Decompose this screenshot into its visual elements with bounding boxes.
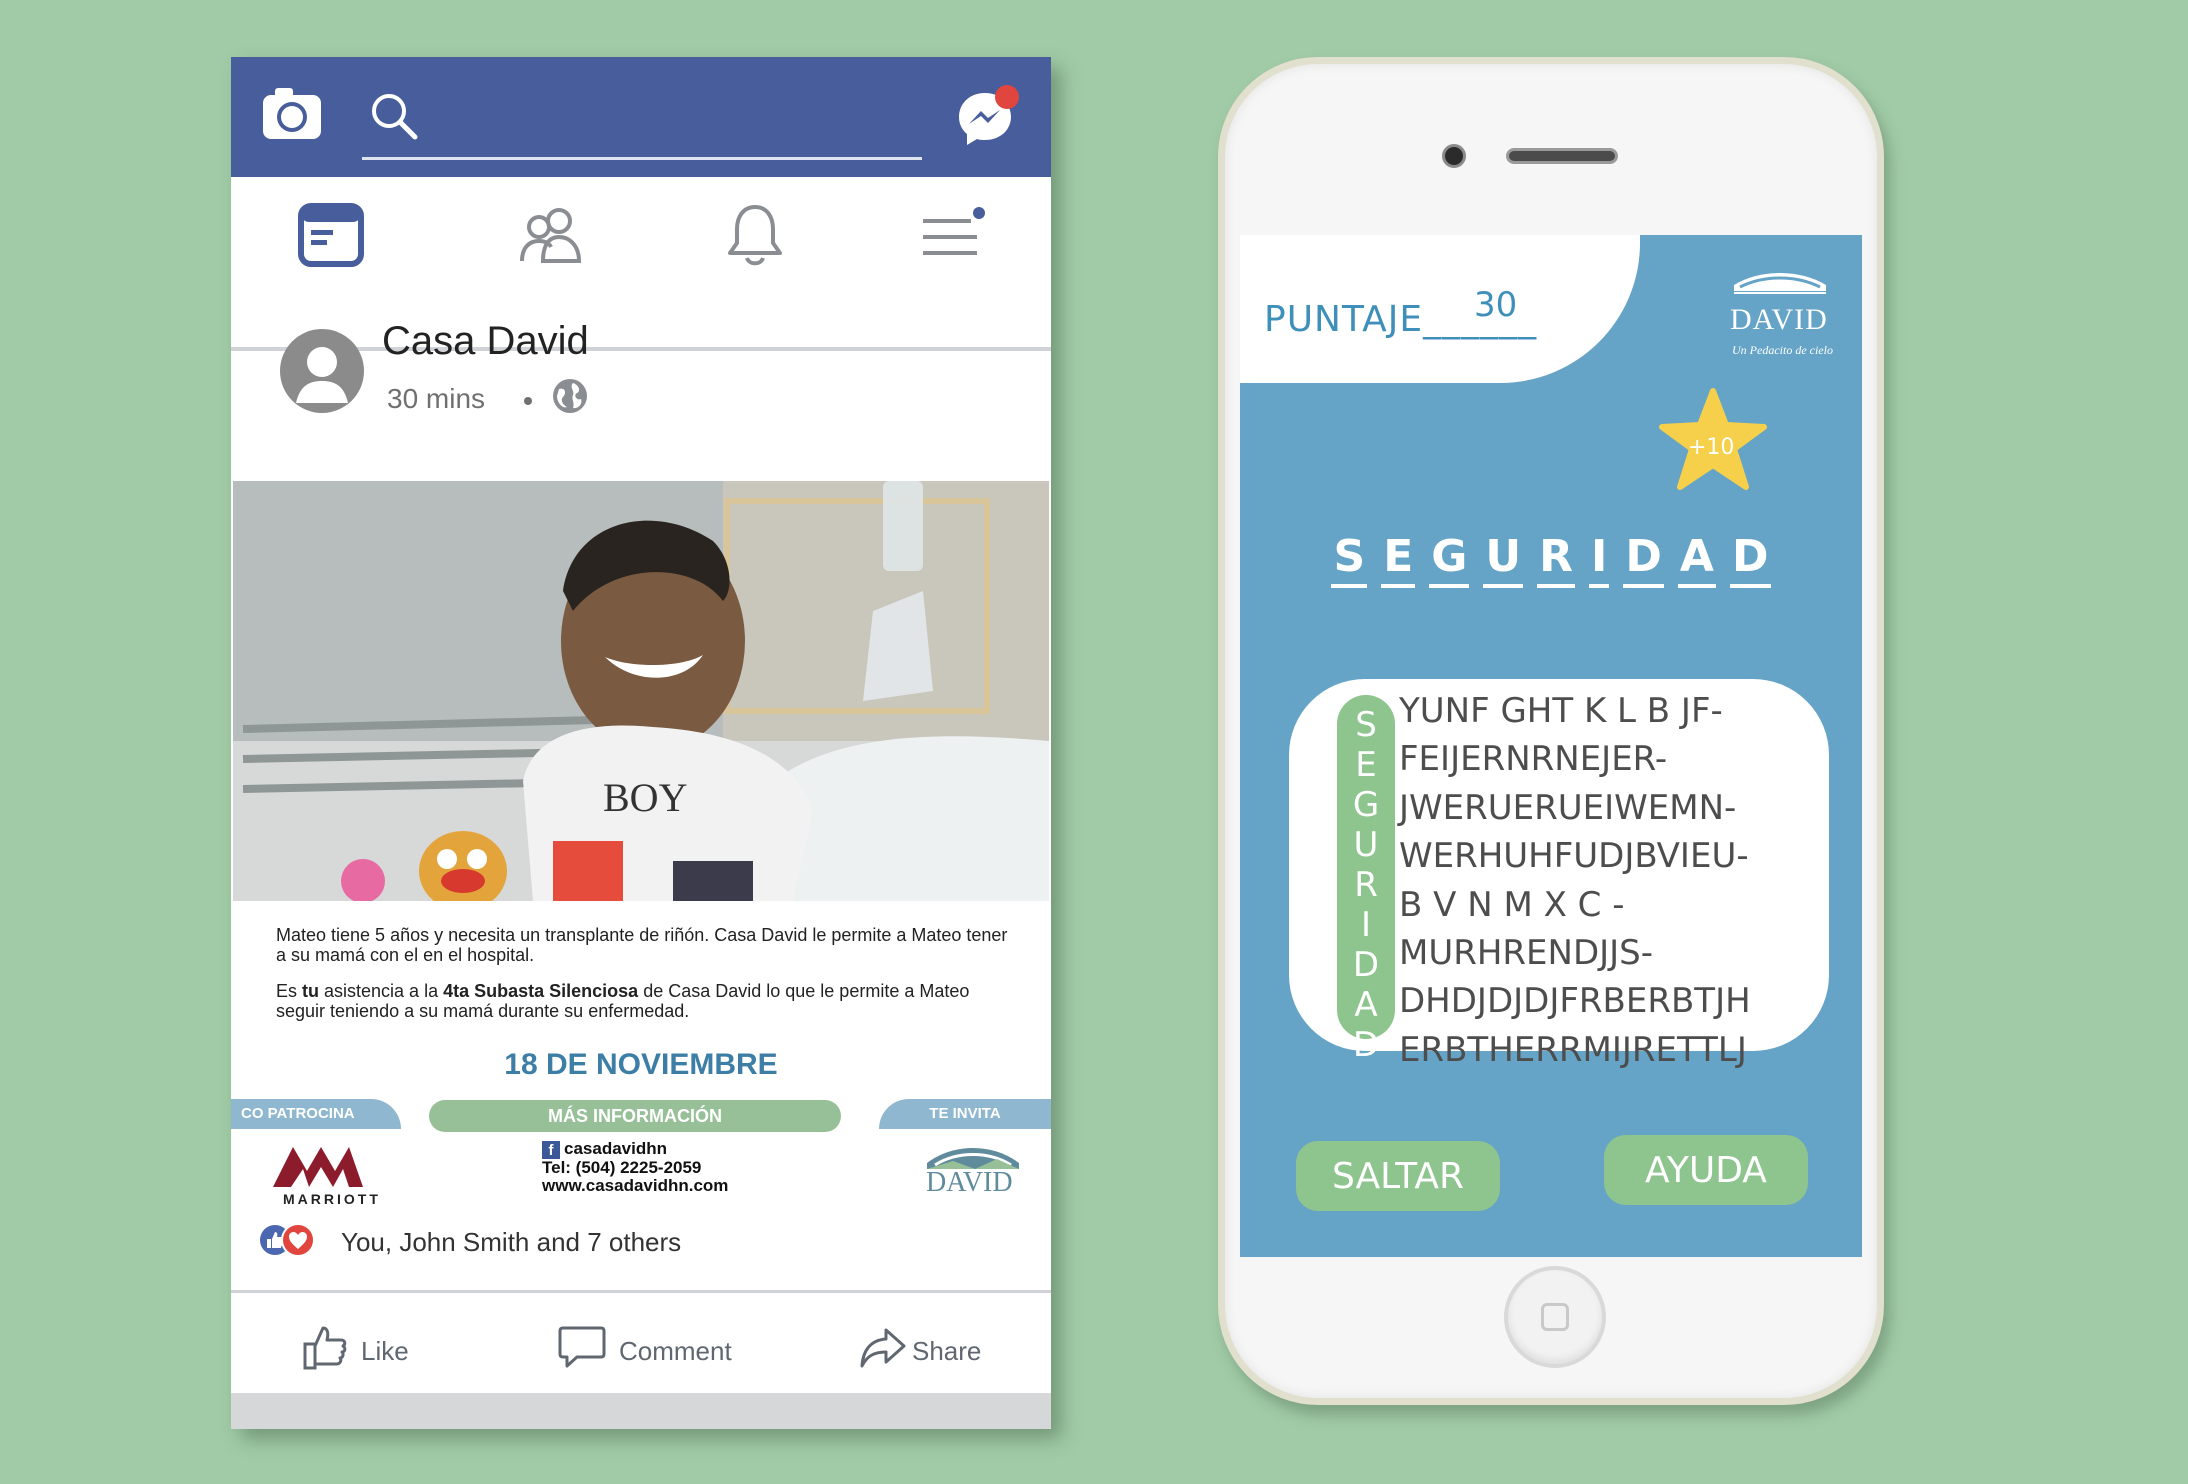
comment-icon (558, 1326, 606, 1368)
event-name: 4ta Subasta Silenciosa (443, 981, 639, 1001)
facebook-top-bar (231, 57, 1051, 177)
reactions-summary[interactable]: You, John Smith and 7 others (341, 1227, 681, 1258)
score-value: 30 (1474, 285, 1518, 325)
found-letter: U (1353, 825, 1379, 865)
share-label: Share (912, 1336, 982, 1366)
facebook-icon: f (542, 1140, 560, 1159)
grid-letters[interactable]: YUNF GHT K L B JF- FEIJERNRNEJER- JWERUERU… (1399, 687, 1829, 1074)
post-text-segment: asistencia a la (319, 981, 444, 1001)
search-input[interactable] (362, 157, 922, 160)
hospital-child-photo: BOY (233, 481, 1049, 901)
target-word-letter: G (1429, 531, 1470, 588)
post-description: Mateo tiene 5 años y necesita un transpl… (276, 925, 1016, 1037)
grid-row[interactable]: ERBTHERRMIJRETTLJ (1399, 1026, 1829, 1074)
target-word-letter: S (1331, 531, 1368, 588)
sponsor-name: MARRIOTT (283, 1191, 381, 1207)
home-button[interactable] (1504, 1266, 1606, 1368)
share-button[interactable]: Share (858, 1322, 1018, 1378)
share-icon (860, 1328, 906, 1368)
post-timestamp[interactable]: 30 mins (387, 383, 485, 415)
svg-text:BOY: BOY (603, 775, 687, 820)
marriott-logo (273, 1147, 363, 1187)
target-word-letter: I (1589, 531, 1610, 588)
target-word-letter: D (1729, 531, 1771, 588)
post-paragraph-1: Mateo tiene 5 años y necesita un transpl… (276, 925, 1008, 965)
target-word-letter: U (1483, 531, 1524, 588)
grid-row[interactable]: DHDJDJDJFRBERBTJH (1399, 977, 1829, 1025)
grid-row[interactable]: JWERUERUEIWEMN- (1399, 784, 1829, 832)
grid-row[interactable]: WERHUHFUDJBVIEU- (1399, 832, 1829, 880)
post-text-emphasis: tu (302, 981, 320, 1001)
contact-info: f casadavidhn Tel: (504) 2225-2059 www.ca… (542, 1140, 728, 1195)
facebook-handle: casadavidhn (564, 1139, 667, 1158)
comment-label: Comment (619, 1336, 732, 1366)
like-button[interactable]: Like (301, 1322, 441, 1378)
help-button[interactable]: AYUDA (1604, 1135, 1808, 1205)
target-word: SEGURIDAD (1240, 531, 1862, 588)
comment-button[interactable]: Comment (557, 1322, 757, 1378)
facebook-post-mockup: Casa David 30 mins BOY Mateo tiene 5 año… (231, 57, 1051, 1429)
found-letter: R (1354, 865, 1378, 905)
facebook-nav-bar (231, 177, 1051, 351)
found-letter: G (1352, 785, 1380, 825)
front-camera (1442, 144, 1466, 168)
post-text-segment: Es (276, 981, 303, 1001)
game-screen: PUNTAJE______ 30 DAVID Un Pedacito de ci… (1240, 235, 1862, 1257)
messenger-icon[interactable] (955, 83, 1021, 149)
separator-dot (524, 397, 532, 405)
grid-row[interactable]: FEIJERNRNEJER- (1399, 735, 1829, 783)
more-info-tab: MÁS INFORMACIÓN (429, 1100, 841, 1132)
target-word-letter: R (1537, 531, 1575, 588)
brand-word: DAVID (1730, 303, 1828, 336)
home-square-icon (1541, 1303, 1569, 1331)
logo-word: DAVID (926, 1167, 1013, 1198)
brand-tagline: Un Pedacito de cielo (1732, 343, 1833, 357)
bonus-points: +10 (1688, 435, 1735, 460)
grid-row[interactable]: MURHRENDJJS- (1399, 929, 1829, 977)
camera-icon[interactable] (261, 85, 323, 143)
found-letter: A (1354, 985, 1378, 1025)
skip-button[interactable]: SALTAR (1296, 1141, 1500, 1211)
post-photo[interactable]: BOY (233, 481, 1049, 901)
target-word-letter: D (1623, 531, 1664, 588)
found-letter: I (1360, 905, 1372, 945)
bottom-strip (231, 1393, 1051, 1429)
search-icon[interactable] (369, 91, 419, 141)
found-letter: S (1355, 705, 1377, 745)
profile-avatar[interactable] (280, 329, 364, 413)
sponsor-tab: CO PATROCINA (231, 1099, 401, 1129)
found-word-letters: SEGURIDAD (1337, 705, 1395, 1065)
phone-number: Tel: (504) 2225-2059 (542, 1157, 702, 1177)
thumbs-up-icon (303, 1326, 347, 1370)
love-reaction-icon[interactable] (281, 1223, 315, 1257)
page-name[interactable]: Casa David (382, 319, 589, 364)
invite-tab: TE INVITA (879, 1099, 1051, 1129)
found-letter: D (1352, 945, 1380, 985)
found-letter: D (1352, 1025, 1380, 1065)
menu-icon[interactable] (921, 207, 985, 263)
speaker-grille (1506, 148, 1618, 164)
post-paragraph-2: Es tu asistencia a la 4ta Subasta Silenc… (276, 981, 1016, 1021)
friends-icon[interactable] (519, 205, 585, 265)
notifications-bell-icon[interactable] (725, 201, 785, 269)
found-letter: E (1355, 745, 1377, 785)
target-word-letter: A (1677, 531, 1716, 588)
grid-row[interactable]: YUNF GHT K L B JF- (1399, 687, 1829, 735)
website-link[interactable]: www.casadavidhn.com (542, 1176, 728, 1195)
event-date: 18 DE NOVIEMBRE (504, 1048, 778, 1081)
news-feed-icon[interactable] (297, 202, 365, 268)
like-label: Like (361, 1336, 409, 1366)
globe-icon (553, 379, 587, 413)
target-word-letter: E (1381, 531, 1416, 588)
grid-row[interactable]: B V N M X C - (1399, 881, 1829, 929)
facebook-handle-row[interactable]: f casadavidhn (542, 1140, 728, 1159)
divider (231, 1290, 1051, 1293)
